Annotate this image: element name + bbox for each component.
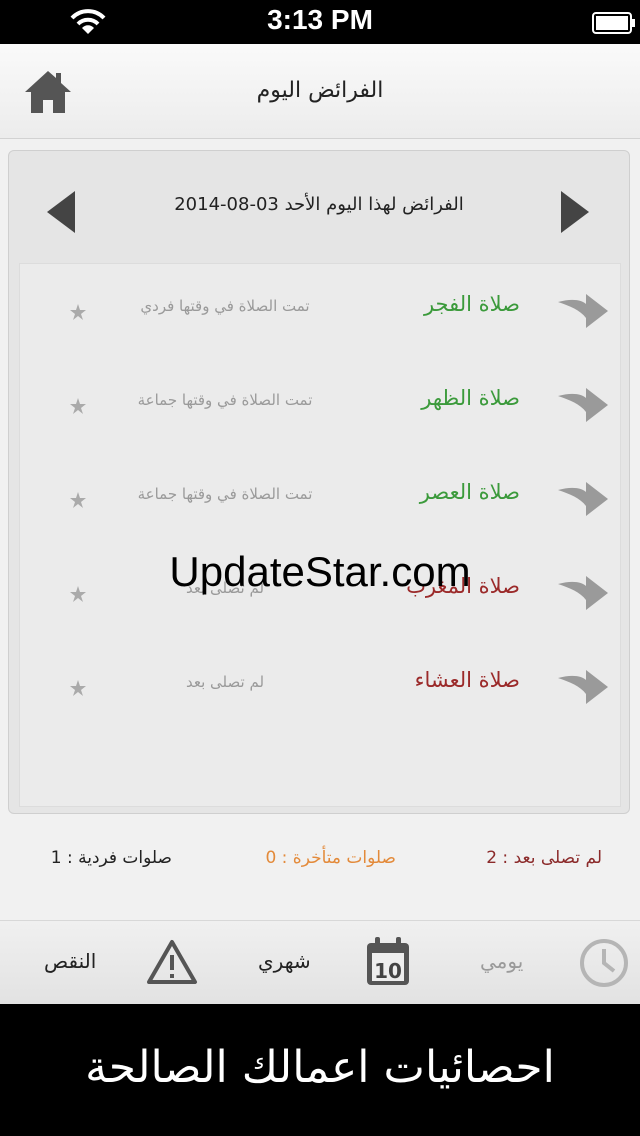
arrow-right-icon[interactable] bbox=[556, 666, 610, 708]
prayer-name: صلاة العصر bbox=[419, 480, 520, 504]
app-screen: الفرائض اليوم الفرائض لهذا اليوم الأحد 0… bbox=[0, 44, 640, 1005]
prayer-row-isha[interactable]: لم تصلى بعد صلاة العشاء bbox=[20, 640, 620, 734]
prayer-list: تمت الصلاة في وقتها فردي صلاة الفجر تمت … bbox=[19, 263, 621, 807]
not-prayed-count: لم تصلى بعد : 2 bbox=[486, 848, 602, 868]
prayer-name: صلاة الظهر bbox=[421, 386, 520, 410]
prayer-row-asr[interactable]: تمت الصلاة في وقتها جماعة صلاة العصر bbox=[20, 452, 620, 546]
individual-count: صلوات فردية : 1 bbox=[50, 848, 172, 868]
date-bar: الفرائض لهذا اليوم الأحد 03-08-2014 bbox=[9, 151, 629, 263]
tab-bar: يومي 10 شهري النقص bbox=[0, 920, 640, 1005]
tab-daily-label: يومي bbox=[480, 949, 524, 973]
prayer-row-dhuhr[interactable]: تمت الصلاة في وقتها جماعة صلاة الظهر bbox=[20, 358, 620, 452]
crescent-star-icon bbox=[38, 472, 92, 526]
calendar-day: 10 bbox=[374, 959, 402, 983]
next-day-icon[interactable] bbox=[557, 189, 593, 235]
watermark: UpdateStar.com bbox=[169, 548, 471, 595]
promo-banner: احصائيات اعمالك الصالحة bbox=[0, 1004, 640, 1136]
clock-icon bbox=[578, 937, 630, 993]
prev-day-icon[interactable] bbox=[43, 189, 79, 235]
tab-deficit[interactable]: النقص bbox=[30, 921, 210, 1005]
prayer-status: لم تصلى بعد bbox=[185, 673, 265, 691]
tab-deficit-label: النقص bbox=[44, 949, 97, 973]
clock: 3:13 PM bbox=[267, 4, 373, 35]
arrow-right-icon[interactable] bbox=[556, 478, 610, 520]
crescent-star-icon bbox=[38, 284, 92, 338]
header: الفرائض اليوم bbox=[0, 44, 640, 139]
prayers-panel: الفرائض لهذا اليوم الأحد 03-08-2014 تمت … bbox=[8, 150, 630, 814]
prayer-name: صلاة العشاء bbox=[414, 668, 520, 692]
tab-monthly[interactable]: 10 شهري bbox=[250, 921, 420, 1005]
status-bar: 3:13 PM bbox=[0, 0, 640, 44]
prayer-status: تمت الصلاة في وقتها جماعة bbox=[137, 485, 313, 503]
prayer-row-fajr[interactable]: تمت الصلاة في وقتها فردي صلاة الفجر bbox=[20, 264, 620, 358]
arrow-right-icon[interactable] bbox=[556, 290, 610, 332]
prayer-status: تمت الصلاة في وقتها فردي bbox=[140, 297, 310, 315]
crescent-star-icon bbox=[38, 378, 92, 432]
tab-daily[interactable]: يومي bbox=[470, 921, 640, 1005]
prayer-status: تمت الصلاة في وقتها جماعة bbox=[137, 391, 313, 409]
battery-icon bbox=[592, 12, 636, 38]
tab-monthly-label: شهري bbox=[258, 949, 311, 973]
late-count: صلوات متأخرة : 0 bbox=[265, 848, 396, 868]
stats-bar: لم تصلى بعد : 2 صلوات متأخرة : 0 صلوات ف… bbox=[0, 832, 640, 884]
warning-icon bbox=[146, 939, 198, 989]
arrow-right-icon[interactable] bbox=[556, 384, 610, 426]
banner-text: احصائيات اعمالك الصالحة bbox=[85, 1042, 555, 1093]
prayer-name: صلاة الفجر bbox=[423, 292, 520, 316]
calendar-icon: 10 bbox=[364, 935, 412, 993]
date-label: الفرائض لهذا اليوم الأحد 03-08-2014 bbox=[174, 194, 464, 215]
page-title: الفرائض اليوم bbox=[256, 78, 384, 103]
crescent-star-icon bbox=[38, 660, 92, 714]
